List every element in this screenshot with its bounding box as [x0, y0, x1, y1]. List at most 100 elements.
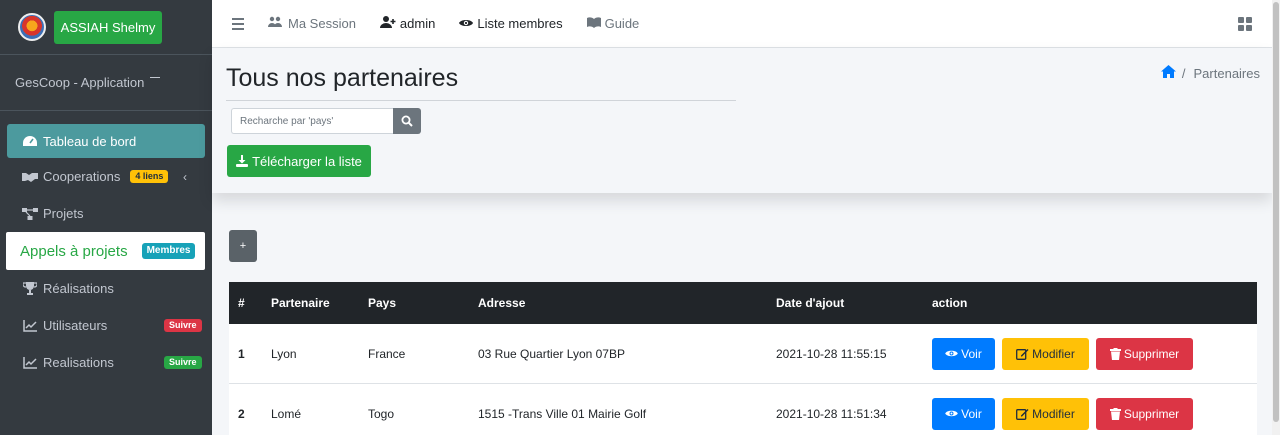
sidebar-item-label: Projets [43, 206, 84, 221]
sidebar-item-projets[interactable]: Projets [7, 195, 205, 232]
edit-icon [1016, 408, 1029, 420]
sidebar-item-label: Appels à projets [20, 242, 128, 260]
users-cog-icon [268, 16, 284, 31]
view-label: Voir [961, 406, 982, 421]
table-row: 1 Lyon France 03 Rue Quartier Lyon 07BP … [229, 324, 1257, 384]
sidebar-item-utilisateurs[interactable]: Utilisateurs Suivre [7, 307, 205, 344]
content-header: Tous nos partenaires / Partenaires Téléc… [212, 48, 1272, 193]
sidebar-item-cooperations[interactable]: Cooperations 4 liens ‹ [7, 158, 205, 195]
row-actions: Voir Modifier Supprimer [932, 337, 1193, 370]
trash-icon [1109, 407, 1121, 420]
sidebar: ASSIAH Shelmy GesCoop - Application Tabl… [0, 0, 212, 435]
topnav-label: Guide [604, 16, 640, 31]
menu-toggle-icon[interactable] [232, 17, 244, 30]
topnav-admin[interactable]: admin [379, 16, 436, 31]
chart-line-icon [21, 319, 39, 333]
edit-label: Modifier [1032, 406, 1075, 421]
view-button[interactable]: Voir [932, 337, 995, 370]
column-header: Adresse [478, 296, 526, 310]
eye-icon [945, 410, 958, 417]
column-header: action [932, 296, 968, 310]
chevron-left-icon[interactable]: ‹ [183, 170, 187, 184]
trash-icon [1109, 347, 1121, 360]
handshake-icon [21, 170, 39, 184]
topnav-guide[interactable]: Guide [586, 16, 640, 31]
search-form [231, 108, 421, 134]
brand-logo[interactable] [18, 13, 46, 41]
partner-country: Togo [368, 406, 395, 421]
topnav-label: admin [399, 16, 436, 31]
add-partner-button[interactable]: + [229, 230, 257, 262]
user-plus-icon [379, 16, 396, 31]
scrollbar-thumb[interactable] [1273, 2, 1279, 422]
app-name-dash [150, 77, 160, 78]
appels-badge: Membres [141, 243, 196, 259]
home-icon[interactable] [1160, 65, 1176, 81]
project-diagram-icon [21, 207, 39, 221]
column-header: # [238, 296, 245, 310]
apps-grid-icon[interactable] [1238, 17, 1252, 31]
row-number: 2 [238, 406, 245, 421]
row-number: 1 [238, 346, 245, 361]
breadcrumb-separator: / [1181, 65, 1186, 81]
topnav-liste-membres[interactable]: Liste membres [459, 16, 563, 31]
realisations-badge: Suivre [164, 356, 202, 369]
partner-address: 03 Rue Quartier Lyon 07BP [478, 346, 625, 361]
dashboard-icon [21, 134, 39, 148]
delete-button[interactable]: Supprimer [1096, 397, 1193, 430]
edit-icon [1016, 348, 1029, 360]
chart-line-icon [21, 356, 39, 370]
topbar: Ma Session admin Liste membres Guide [212, 0, 1272, 48]
cooperations-badge: 4 liens [130, 170, 169, 183]
user-name-button[interactable]: ASSIAH Shelmy [54, 10, 162, 44]
app-name: GesCoop - Application [0, 55, 212, 111]
sidebar-item-label: Tableau de bord [43, 133, 137, 149]
partner-date: 2021-10-28 11:55:15 [776, 346, 887, 361]
topnav-label: Ma Session [288, 16, 356, 31]
sidebar-item-label: Realisations [43, 355, 114, 370]
edit-button[interactable]: Modifier [1002, 337, 1089, 370]
sidebar-item-realisations[interactable]: Réalisations [7, 270, 205, 307]
edit-label: Modifier [1032, 346, 1075, 361]
delete-label: Supprimer [1123, 406, 1180, 421]
page-title: Tous nos partenaires [226, 64, 459, 92]
sidebar-item-label: Cooperations [43, 169, 121, 184]
utilisateurs-badge: Suivre [164, 319, 202, 332]
sidebar-item-appels-a-projets[interactable]: Appels à projets Membres [6, 232, 205, 270]
edit-button[interactable]: Modifier [1002, 397, 1089, 430]
page-scrollbar[interactable] [1272, 0, 1280, 435]
column-header: Pays [368, 296, 397, 310]
eye-icon [945, 350, 958, 357]
sidebar-item-tableau-de-bord[interactable]: Tableau de bord [7, 124, 205, 158]
column-header: Date d'ajout [776, 296, 845, 310]
delete-button[interactable]: Supprimer [1096, 337, 1193, 370]
search-button[interactable] [393, 108, 421, 134]
partner-address: 1515 -Trans Ville 01 Mairie Golf [478, 406, 647, 421]
book-open-icon [586, 16, 601, 31]
topnav-label: Liste membres [477, 16, 563, 31]
breadcrumb: / Partenaires [1160, 65, 1260, 81]
partner-date: 2021-10-28 11:51:34 [776, 406, 887, 421]
search-input[interactable] [231, 108, 393, 134]
eye-icon [459, 17, 474, 31]
sidebar-item-label: Réalisations [43, 281, 114, 296]
sidebar-nav: Tableau de bord Cooperations 4 liens ‹ P… [0, 111, 212, 381]
app-name-label: GesCoop - Application [15, 75, 145, 90]
download-list-button[interactable]: Télécharger la liste [227, 145, 371, 177]
delete-label: Supprimer [1123, 346, 1180, 361]
download-list-label: Télécharger la liste [252, 153, 362, 169]
search-icon [401, 115, 413, 127]
breadcrumb-current: Partenaires [1193, 65, 1260, 81]
view-label: Voir [961, 346, 982, 361]
topnav-ma-session[interactable]: Ma Session [268, 16, 356, 31]
sidebar-item-realisations-2[interactable]: Realisations Suivre [7, 344, 205, 381]
partner-name: Lyon [271, 346, 297, 361]
partners-table: # Partenaire Pays Adresse Date d'ajout a… [229, 282, 1257, 435]
partner-name: Lomé [271, 406, 302, 421]
view-button[interactable]: Voir [932, 397, 995, 430]
partner-country: France [368, 346, 406, 361]
title-divider [226, 100, 736, 101]
download-icon [236, 155, 249, 167]
column-header: Partenaire [271, 296, 330, 310]
trophy-icon [21, 282, 39, 296]
